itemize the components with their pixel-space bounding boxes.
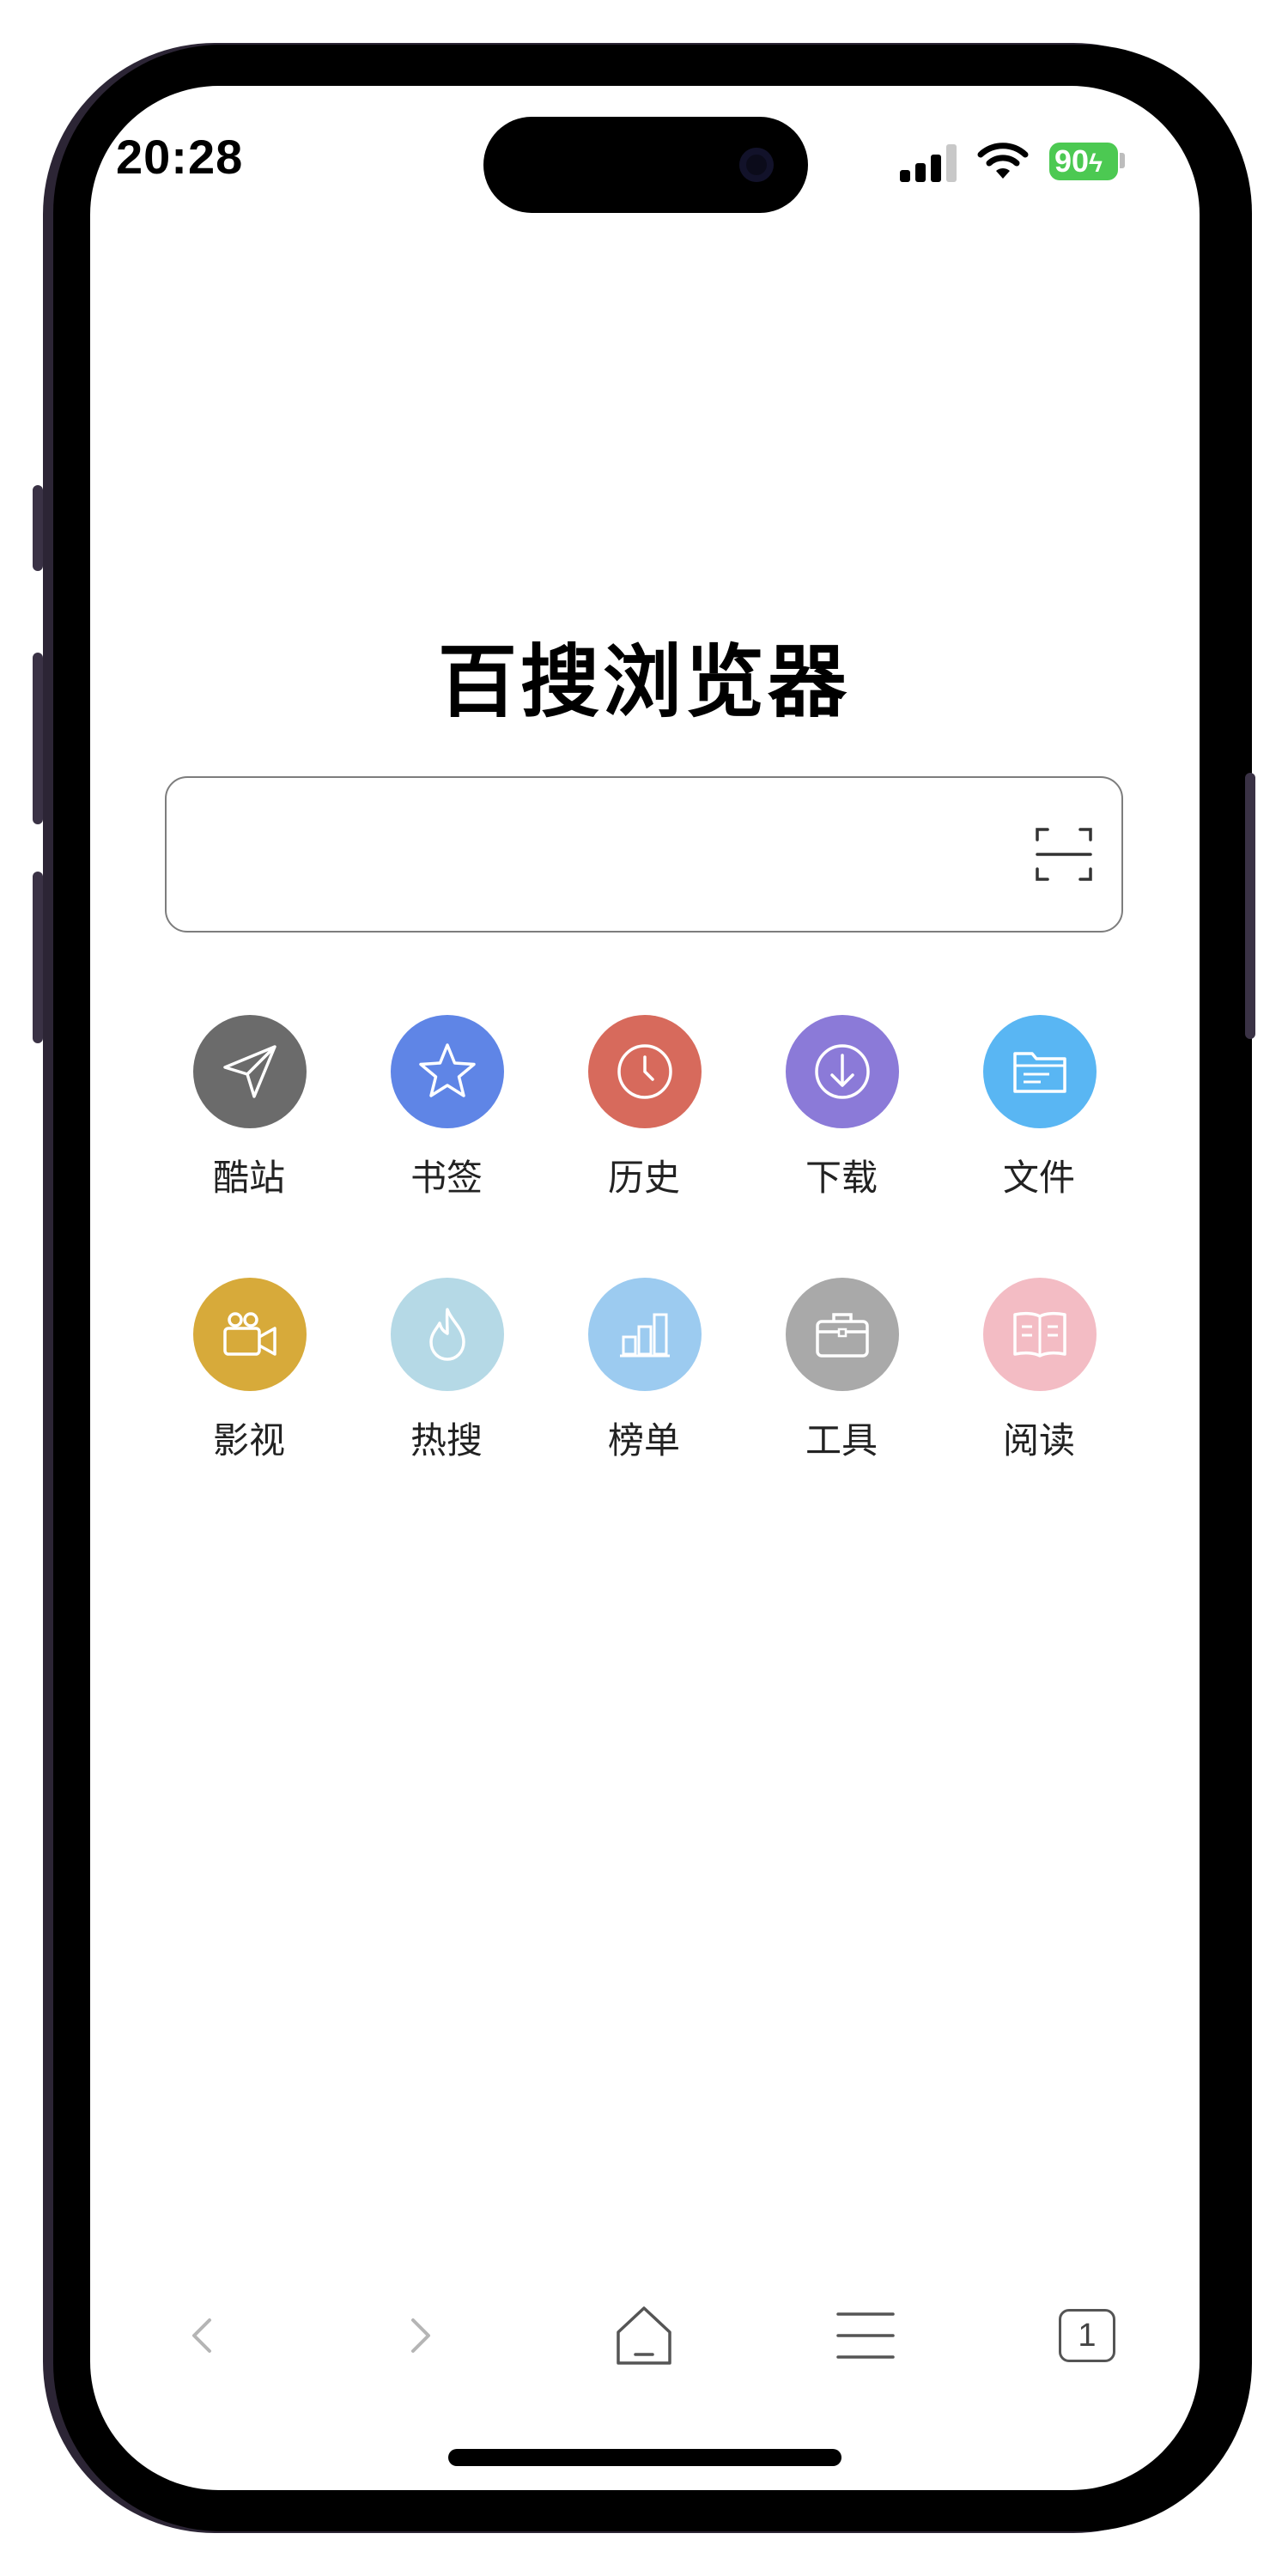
book-icon [1013,1311,1066,1358]
video-camera-icon [223,1312,276,1356]
menu-button[interactable] [823,2293,908,2379]
battery-icon: 90ϟ [1049,143,1118,180]
shortcut-label: 历史 [607,1157,680,1199]
back-arrow-icon [192,2318,211,2353]
shortcut-circle [391,1015,504,1128]
clock-icon [617,1044,672,1099]
wifi-icon [977,143,1029,179]
shortcut-tools[interactable]: 工具 [764,1278,919,1484]
power-button [1245,773,1255,1039]
page-title: 百搜浏览器 [437,636,850,728]
shortcut-label: 阅读 [1002,1419,1075,1461]
shortcut-label: 榜单 [607,1419,680,1461]
star-icon [419,1043,476,1097]
signal-icon [900,144,960,182]
download-icon [815,1044,870,1099]
shortcut-video[interactable]: 影视 [172,1278,326,1484]
shortcut-circle [391,1278,504,1391]
shortcut-label: 文件 [1002,1157,1075,1199]
volume-down-button [33,872,43,1043]
scan-icon[interactable] [1034,824,1094,884]
shortcut-label: 酷站 [212,1157,285,1199]
menu-icon [836,2312,895,2359]
shortcut-circle [193,1278,307,1391]
dynamic-island [483,117,808,213]
front-camera-icon [739,148,774,182]
action-button [33,485,43,571]
shortcut-circle [588,1278,702,1391]
home-indicator[interactable] [448,2449,841,2466]
tabs-count: 1 [1059,2309,1115,2362]
shortcut-circle [588,1015,702,1128]
shortcut-circle [983,1278,1097,1391]
forward-button[interactable] [378,2293,464,2379]
shortcut-circle [193,1015,307,1128]
shortcut-circle [983,1015,1097,1128]
tabs-button[interactable]: 1 [1044,2293,1130,2379]
shortcut-downloads[interactable]: 下载 [764,1015,919,1221]
forward-arrow-icon [411,2318,430,2353]
folder-icon [1013,1052,1066,1093]
shortcut-history[interactable]: 历史 [567,1015,721,1221]
shortcut-label: 下载 [805,1157,878,1199]
shortcut-reading[interactable]: 阅读 [962,1278,1116,1484]
shortcut-trending[interactable]: 热搜 [369,1278,524,1484]
shortcut-files[interactable]: 文件 [962,1015,1116,1221]
bar-chart-icon [620,1313,670,1358]
home-icon [617,2306,671,2365]
shortcut-rankings[interactable]: 榜单 [567,1278,721,1484]
shortcut-label: 工具 [805,1419,878,1461]
search-box[interactable] [165,776,1123,933]
battery-cap [1120,153,1125,168]
back-button[interactable] [159,2293,245,2379]
shortcut-label: 书签 [410,1157,483,1199]
charging-bolt-icon: ϟ [1089,149,1103,178]
battery-level: 90 [1054,143,1090,179]
shortcut-label: 影视 [212,1419,285,1461]
shortcut-label: 热搜 [410,1419,483,1461]
search-input[interactable] [192,804,969,908]
paper-plane-icon [223,1045,276,1098]
home-button[interactable] [601,2293,687,2379]
flame-icon [429,1308,465,1361]
shortcut-circle [786,1278,899,1391]
status-time: 20:28 [116,130,244,184]
shortcut-bookmarks[interactable]: 书签 [369,1015,524,1221]
shortcut-circle [786,1015,899,1128]
briefcase-icon [816,1313,869,1358]
shortcut-cool-sites[interactable]: 酷站 [172,1015,326,1221]
